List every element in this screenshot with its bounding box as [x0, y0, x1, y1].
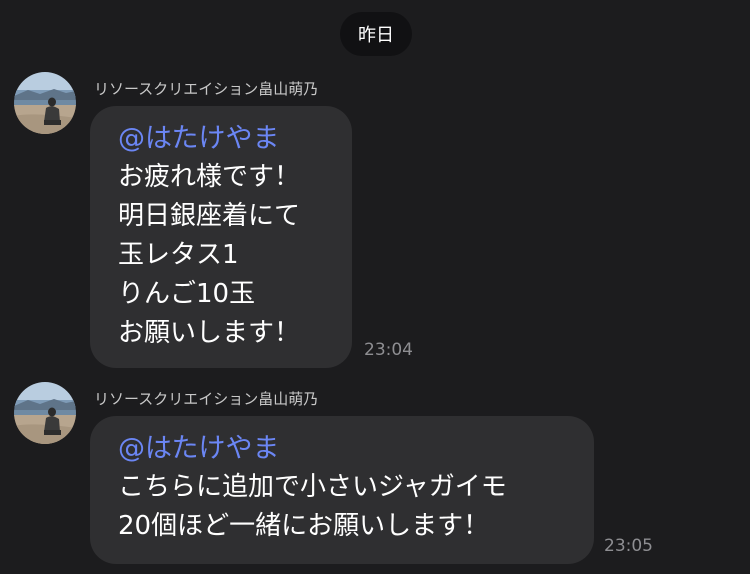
message-line: りんご10玉 — [118, 279, 256, 309]
message-timestamp: 23:04 — [364, 340, 413, 360]
sender-avatar[interactable] — [14, 72, 76, 134]
message-line: お疲れ様です！ — [118, 162, 301, 192]
date-divider: 昨日 — [340, 12, 412, 56]
message-line: 明日銀座着にて — [118, 201, 301, 231]
sender-avatar[interactable] — [14, 382, 76, 444]
sender-name: リソースクリエイション畠山萌乃 — [94, 390, 319, 408]
message-line: こちらに追加で小さいジャガイモ — [118, 472, 507, 502]
profile-photo-beach-icon — [14, 72, 76, 134]
message-bubble[interactable]: @はたけやま お疲れ様です！ 明日銀座着にて 玉レタス1 りんご10玉 お願いし… — [90, 106, 352, 368]
message-line: 20個ほど一緒にお願いします！ — [118, 511, 490, 541]
mention-tag[interactable]: @はたけやま — [118, 120, 326, 158]
profile-photo-beach-icon — [14, 382, 76, 444]
message-line: 玉レタス1 — [118, 240, 239, 270]
message-bubble[interactable]: @はたけやま こちらに追加で小さいジャガイモ 20個ほど一緒にお願いします！ — [90, 416, 594, 564]
sender-name: リソースクリエイション畠山萌乃 — [94, 80, 319, 98]
message-line: お願いします！ — [118, 318, 301, 348]
message-timestamp: 23:05 — [604, 536, 653, 556]
mention-tag[interactable]: @はたけやま — [118, 430, 568, 468]
